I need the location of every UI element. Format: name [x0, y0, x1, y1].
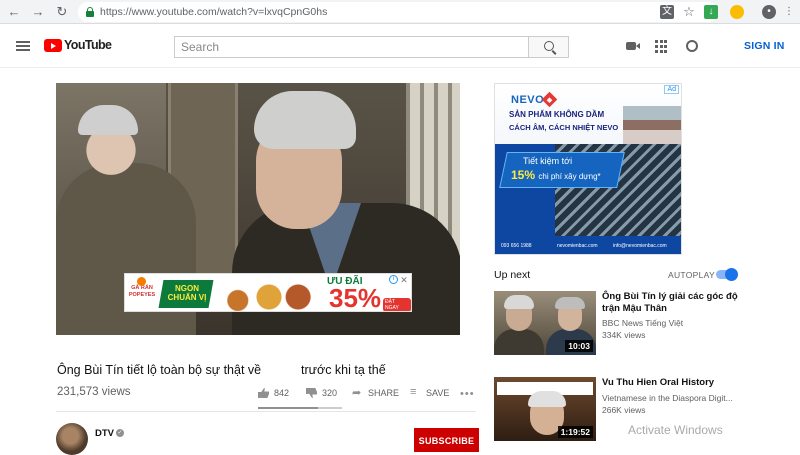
video-title: Ông Bùi Tín tiết lộ toàn bộ sự thật về — [57, 363, 262, 377]
overlay-ad-food-image — [217, 276, 321, 311]
autoplay-toggle[interactable] — [716, 268, 738, 281]
youtube-play-icon — [44, 39, 62, 52]
like-count: 842 — [274, 388, 290, 398]
more-actions-icon[interactable]: ••• — [460, 388, 475, 400]
ad-footer: 093 656 1988 nevomienbac.com info@nevomi… — [495, 236, 681, 254]
address-bar[interactable]: https://www.youtube.com/watch?v=lxvqCpnG… — [78, 2, 718, 22]
autoplay-label: AUTOPLAY — [668, 270, 715, 280]
menu-kebab-icon[interactable]: ⋮ — [782, 5, 796, 19]
translate-icon[interactable]: 文 — [660, 5, 674, 19]
ad-subheadline: CÁCH ÂM, CÁCH NHIỆT NEVO — [509, 123, 619, 132]
download-extension-icon[interactable]: ↓ — [704, 5, 718, 19]
ad-brand-logo: NEVO — [511, 94, 545, 106]
sentiment-bar-fill — [258, 407, 319, 409]
dislike-count: 320 — [322, 388, 338, 398]
channel-name[interactable]: Vietnamese in the Diaspora Digit... — [602, 393, 733, 403]
share-icon: ➦ — [352, 387, 362, 399]
overlay-ad-brand: GÀ RÁN POPEYES — [127, 276, 157, 311]
video-title[interactable]: Vu Thu Hien Oral History — [602, 377, 752, 389]
overlay-ad-promo-value: 35% — [329, 283, 382, 312]
verified-icon: ✓ — [116, 429, 124, 437]
view-count: 334K views — [602, 330, 646, 340]
guide-menu-icon[interactable] — [16, 41, 30, 51]
thumbs-down-icon — [306, 388, 317, 398]
ad-phone: 093 656 1988 — [501, 243, 532, 249]
browser-toolbar: ← → ↻ https://www.youtube.com/watch?v=lx… — [0, 0, 800, 24]
close-ad-icon[interactable]: ✕ — [399, 275, 409, 285]
divider — [56, 411, 476, 412]
messages-icon[interactable] — [686, 40, 698, 52]
video-duration: 1:19:52 — [557, 426, 593, 438]
profile-icon[interactable]: • — [762, 5, 776, 19]
channel-avatar[interactable] — [56, 423, 88, 455]
overlay-ad[interactable]: GÀ RÁN POPEYES NGON CHUẨN VỊ ƯU ĐÃI 35% … — [124, 273, 412, 312]
add-to-playlist-icon: ≡ — [410, 386, 417, 398]
sidebar-ad[interactable]: NEVO Ad SẢN PHẨM KHÔNG DẦM CÁCH ÂM, CÁCH… — [494, 83, 682, 255]
ad-house-image — [623, 106, 681, 146]
sign-in-button[interactable]: SIGN IN — [744, 40, 785, 52]
ad-website: nevomienbac.com — [557, 243, 598, 249]
view-count: 231,573 views — [57, 386, 131, 398]
video-title[interactable]: Ông Bùi Tín lý giải các góc độ trận Mậu … — [602, 291, 752, 314]
bookmark-star-icon[interactable]: ☆ — [682, 5, 696, 19]
thumbs-up-icon — [258, 388, 269, 398]
view-count: 266K views — [602, 405, 646, 415]
ad-banner-pct: 15% — [511, 168, 536, 182]
lock-icon — [86, 7, 94, 17]
forward-icon[interactable]: → — [30, 4, 46, 20]
video-player[interactable]: GÀ RÁN POPEYES NGON CHUẨN VỊ ƯU ĐÃI 35% … — [56, 83, 460, 335]
player-dots — [276, 326, 297, 330]
video-thumbnail[interactable]: 10:03 — [494, 291, 596, 355]
ad-email: info@nevomienbac.com — [613, 243, 667, 249]
save-label: SAVE — [426, 388, 450, 398]
overlay-ad-slogan: NGON CHUẨN VỊ — [167, 284, 207, 302]
reload-icon[interactable]: ↻ — [54, 4, 70, 20]
video-thumbnail[interactable]: 1:19:52 — [494, 377, 596, 441]
search-button[interactable] — [528, 36, 569, 58]
up-next-heading: Up next — [494, 269, 531, 281]
ad-banner-rest: chi phí xây dựng* — [538, 172, 601, 181]
search-input[interactable] — [174, 36, 528, 58]
youtube-wordmark: YouTube — [64, 38, 112, 52]
url-text[interactable]: https://www.youtube.com/watch?v=lxvqCpnG… — [100, 6, 327, 18]
overlay-ad-cta[interactable]: ĐẶT NGAY — [383, 298, 411, 311]
up-next-item[interactable]: 10:03 Ông Bùi Tín lý giải các góc độ trậ… — [494, 291, 799, 357]
video-duration: 10:03 — [565, 340, 593, 352]
sentiment-bar — [258, 407, 342, 409]
extension-icon[interactable] — [730, 5, 744, 19]
back-icon[interactable]: ← — [6, 4, 22, 20]
video-title-continued: trước khi tạ thế — [301, 363, 386, 377]
ad-info-icon[interactable]: i — [389, 275, 398, 284]
ad-banner-line1: Tiết kiệm tới — [523, 156, 573, 166]
create-video-icon[interactable] — [626, 42, 640, 50]
ad-badge[interactable]: Ad — [664, 85, 679, 94]
channel-name[interactable]: DTV — [95, 428, 114, 439]
apps-grid-icon[interactable] — [655, 40, 669, 53]
youtube-header: YouTube SIGN IN — [0, 24, 800, 68]
ad-banner-line2: 15% chi phí xây dựng* — [511, 168, 601, 182]
search-icon — [544, 41, 554, 51]
share-label: SHARE — [368, 388, 400, 398]
subscribe-button[interactable]: SUBSCRIBE — [414, 428, 479, 452]
channel-name[interactable]: BBC News Tiếng Việt — [602, 318, 683, 328]
ad-headline: SẢN PHẨM KHÔNG DẦM — [509, 110, 605, 119]
windows-activation-watermark: Activate Windows — [628, 423, 723, 437]
